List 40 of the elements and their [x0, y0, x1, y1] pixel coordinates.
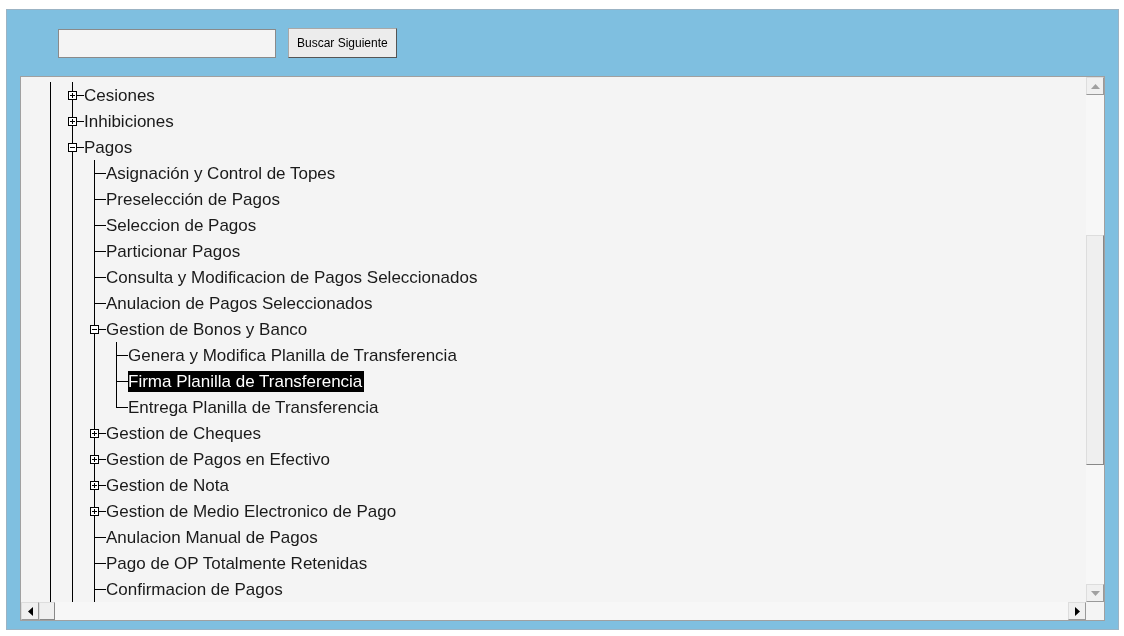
expand-icon[interactable]	[90, 480, 99, 490]
tree-item[interactable]: Gestion de Bonos y Banco	[106, 318, 310, 340]
tree-item[interactable]: Firma Planilla de Transferencia	[128, 370, 365, 392]
tree-item[interactable]: Gestion de Medio Electronico de Pago	[106, 500, 399, 522]
horizontal-scrollbar[interactable]	[21, 602, 1086, 620]
left-arrow-icon	[27, 606, 33, 616]
collapse-icon[interactable]	[68, 142, 77, 152]
tree-item[interactable]: Cesiones	[84, 84, 157, 106]
tree-item[interactable]: Preselección de Pagos	[106, 188, 282, 210]
tree-item[interactable]: Confirmacion de Pagos	[106, 578, 285, 600]
tree-item[interactable]: Asignación y Control de Topes	[106, 162, 338, 184]
tree-item[interactable]: Anulacion de Pagos Seleccionados	[106, 292, 375, 314]
search-next-button[interactable]: Buscar Siguiente	[288, 28, 397, 58]
expand-icon[interactable]	[68, 90, 77, 100]
tree-item[interactable]: Seleccion de Pagos	[106, 214, 259, 236]
tree-item[interactable]: Inhibiciones	[84, 110, 176, 132]
tree-item[interactable]: Entrega Planilla de Transferencia	[128, 396, 381, 418]
scroll-thumb[interactable]	[1086, 235, 1104, 465]
tree-item[interactable]: Anulacion Manual de Pagos	[106, 526, 320, 548]
expand-icon[interactable]	[90, 428, 99, 438]
tree-item[interactable]: Particionar Pagos	[106, 240, 243, 262]
expand-icon[interactable]	[68, 116, 77, 126]
tree-item[interactable]: Gestion de Pagos en Efectivo	[106, 448, 332, 470]
scroll-thumb[interactable]	[39, 602, 55, 620]
tree-item[interactable]: Gestion de Cheques	[106, 422, 263, 444]
tree-item[interactable]: Pago de OP Totalmente Retenidas	[106, 552, 370, 574]
scroll-right-button[interactable]	[1068, 602, 1086, 620]
search-field[interactable]	[58, 28, 276, 58]
down-arrow-icon	[1090, 590, 1100, 596]
right-arrow-icon	[1074, 606, 1080, 616]
tree-item[interactable]: Gestion de Nota	[106, 474, 231, 496]
expand-icon[interactable]	[90, 506, 99, 516]
tree-item[interactable]: Consulta y Modificacion de Pagos Seleccionados	[106, 266, 480, 288]
up-arrow-icon	[1090, 83, 1100, 89]
tree-item[interactable]: Genera y Modifica Planilla de Transferencia	[128, 344, 459, 366]
collapse-icon[interactable]	[90, 324, 99, 334]
expand-icon[interactable]	[90, 454, 99, 464]
scroll-left-button[interactable]	[21, 602, 39, 620]
vertical-scrollbar[interactable]	[1086, 77, 1104, 602]
tree-item[interactable]: Pagos	[84, 136, 135, 158]
